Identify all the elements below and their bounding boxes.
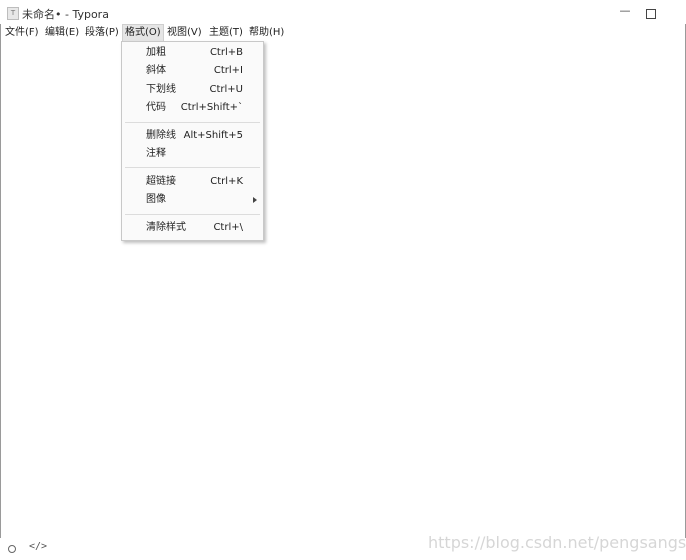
chevron-right-icon	[253, 197, 257, 203]
watermark: https://blog.csdn.net/pengsangsang	[428, 533, 686, 552]
menu-item-shortcut: Ctrl+U	[209, 84, 244, 95]
menu-item-label: 加粗	[146, 47, 166, 58]
menu-item-label: 清除样式	[146, 222, 186, 233]
menu-item-label: 删除线	[146, 130, 176, 141]
menu-item-image[interactable]: 图像	[122, 191, 263, 209]
menu-bar: 文件(F) 编辑(E) 段落(P) 格式(O) 视图(V) 主题(T) 帮助(H…	[0, 24, 686, 42]
menu-item-shortcut: Ctrl+I	[213, 65, 243, 76]
menu-separator	[125, 122, 260, 123]
menu-separator	[125, 167, 260, 168]
menu-item-shortcut: Ctrl+Shift+`	[180, 102, 243, 113]
title-bar: T 未命名• - Typora —	[0, 0, 686, 24]
menu-item-shortcut: Ctrl+K	[210, 176, 243, 187]
window-border	[0, 0, 686, 560]
minimize-icon: —	[619, 4, 631, 17]
typora-app-icon: T	[7, 7, 19, 20]
menu-item-label: 下划线	[146, 84, 176, 95]
menu-item-label: 代码	[146, 102, 166, 113]
circle-icon[interactable]	[8, 545, 16, 553]
menu-view[interactable]: 视图(V)	[165, 25, 204, 41]
code-icon[interactable]: </>	[29, 541, 47, 552]
menu-item-label: 斜体	[146, 65, 166, 76]
menu-item-strikethrough[interactable]: 删除线 Alt+Shift+5	[122, 127, 263, 145]
menu-item-label: 注释	[146, 148, 166, 159]
menu-item-label: 图像	[146, 194, 166, 205]
menu-paragraph[interactable]: 段落(P)	[83, 25, 121, 41]
minimize-button[interactable]: —	[617, 4, 633, 20]
menu-item-label: 超链接	[146, 176, 176, 187]
menu-item-shortcut: Ctrl+\	[213, 222, 243, 233]
menu-file[interactable]: 文件(F)	[3, 25, 41, 41]
menu-item-bold[interactable]: 加粗 Ctrl+B	[122, 44, 263, 62]
menu-item-shortcut: Alt+Shift+5	[183, 130, 243, 141]
maximize-button[interactable]	[646, 9, 656, 19]
menu-item-comment[interactable]: 注释	[122, 145, 263, 163]
menu-edit[interactable]: 编辑(E)	[43, 25, 81, 41]
menu-item-hyperlink[interactable]: 超链接 Ctrl+K	[122, 173, 263, 191]
menu-theme[interactable]: 主题(T)	[207, 25, 245, 41]
menu-item-underline[interactable]: 下划线 Ctrl+U	[122, 81, 263, 99]
menu-item-italic[interactable]: 斜体 Ctrl+I	[122, 62, 263, 80]
format-dropdown-menu: 加粗 Ctrl+B 斜体 Ctrl+I 下划线 Ctrl+U 代码 Ctrl+S…	[121, 41, 264, 241]
menu-separator	[125, 214, 260, 215]
menu-item-clear-style[interactable]: 清除样式 Ctrl+\	[122, 219, 263, 237]
window-title: 未命名• - Typora	[22, 8, 109, 21]
menu-help[interactable]: 帮助(H)	[247, 25, 286, 41]
menu-item-shortcut: Ctrl+B	[209, 47, 243, 58]
menu-item-code[interactable]: 代码 Ctrl+Shift+`	[122, 99, 263, 117]
menu-format[interactable]: 格式(O)	[122, 24, 164, 42]
